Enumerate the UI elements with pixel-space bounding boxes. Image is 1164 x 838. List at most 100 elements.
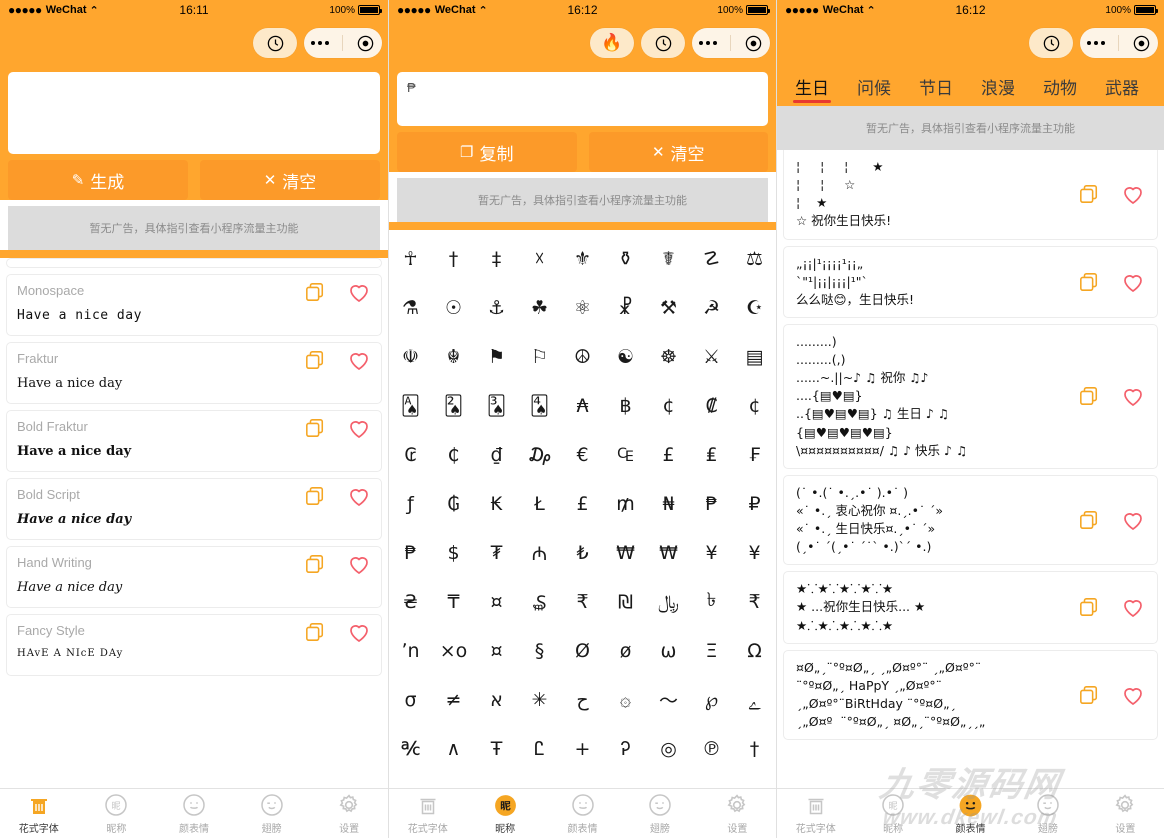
- symbol-cell[interactable]: ৳: [690, 577, 733, 626]
- symbol-cell[interactable]: ₪: [604, 577, 647, 626]
- more-icon[interactable]: [310, 41, 329, 45]
- symbol-cell[interactable]: ☘: [518, 283, 561, 332]
- symbol-cell[interactable]: ⚓: [475, 283, 518, 332]
- symbol-cell[interactable]: ☉: [432, 283, 475, 332]
- symbol-cell[interactable]: ₤: [690, 430, 733, 479]
- emoticon-card[interactable]: ¦ ¦ ¦ ★ ¦ ¦ ☆ ¦ ★ ☆ 祝你生日快乐!: [783, 150, 1158, 240]
- symbol-cell[interactable]: †: [432, 234, 475, 283]
- copy-icon[interactable]: [305, 485, 325, 507]
- copy-icon[interactable]: [305, 553, 325, 575]
- heart-icon[interactable]: [347, 281, 371, 303]
- symbol-cell[interactable]: ฿: [604, 381, 647, 430]
- symbol-cell[interactable]: Ŧ: [475, 724, 518, 773]
- symbol-cell[interactable]: ₥: [604, 479, 647, 528]
- tab-emoticon[interactable]: 颜表情: [155, 792, 233, 835]
- heart-icon[interactable]: [347, 553, 371, 575]
- symbol-cell[interactable]: ₱: [389, 528, 432, 577]
- symbol-cell[interactable]: ₭: [475, 479, 518, 528]
- symbol-cell[interactable]: ₠: [604, 430, 647, 479]
- symbol-cell[interactable]: ℗: [690, 724, 733, 773]
- more-icon[interactable]: [1086, 41, 1105, 45]
- font-card[interactable]: Monospace Have a nice day: [6, 274, 382, 336]
- tab-fancy-fonts[interactable]: 花式字体: [0, 792, 78, 835]
- target-icon[interactable]: [356, 34, 375, 53]
- symbol-cell[interactable]: ☬: [432, 332, 475, 381]
- tab-wings[interactable]: 翅膀: [233, 792, 311, 835]
- category-tab-1[interactable]: 问候: [843, 66, 905, 106]
- symbol-cell[interactable]: ☯: [604, 332, 647, 381]
- history-capsule-button[interactable]: [1029, 28, 1073, 58]
- symbol-cell[interactable]: ☸: [647, 332, 690, 381]
- tab-nickname[interactable]: 昵 昵称: [854, 792, 931, 835]
- symbol-cell[interactable]: 🂡: [389, 381, 432, 430]
- clear-button[interactable]: ✕ 清空: [588, 132, 768, 172]
- symbol-cell[interactable]: ¢: [647, 381, 690, 430]
- symbol-cell[interactable]: ₸: [432, 577, 475, 626]
- symbol-cell[interactable]: σ: [389, 675, 432, 724]
- symbol-cell[interactable]: ₴: [389, 577, 432, 626]
- emoticon-card[interactable]: „¡¡|¹¡¡¡¡¹¡¡„ `"¹|¡¡|¡¡¡|¹"` 么么哒😊，生日快乐!: [783, 245, 1158, 318]
- symbol-cell[interactable]: €: [561, 430, 604, 479]
- heart-icon[interactable]: [347, 621, 371, 643]
- symbol-cell[interactable]: ✳: [518, 675, 561, 724]
- symbol-cell[interactable]: ⚛: [561, 283, 604, 332]
- copy-icon[interactable]: [305, 621, 325, 643]
- symbol-cell[interactable]: ₡: [690, 381, 733, 430]
- tab-fancy-fonts[interactable]: 花式字体: [777, 792, 854, 835]
- symbol-cell[interactable]: ×о: [432, 626, 475, 675]
- category-tab-4[interactable]: 动物: [1029, 66, 1091, 106]
- symbol-cell[interactable]: ⚜: [561, 234, 604, 283]
- copy-icon[interactable]: [305, 417, 325, 439]
- symbol-cell[interactable]: ¤: [475, 577, 518, 626]
- symbol-cell[interactable]: 🂢: [432, 381, 475, 430]
- symbol-cell[interactable]: ☓: [518, 234, 561, 283]
- text-input[interactable]: ₱: [397, 72, 768, 126]
- symbol-cell[interactable]: ₺: [561, 528, 604, 577]
- text-input[interactable]: [8, 72, 380, 154]
- heart-icon[interactable]: [1121, 183, 1145, 205]
- symbol-cell[interactable]: ◎: [647, 724, 690, 773]
- symbol-cell[interactable]: ≠: [432, 675, 475, 724]
- symbol-cell[interactable]: ₹: [561, 577, 604, 626]
- symbol-cell[interactable]: ¤: [475, 626, 518, 675]
- symbol-cell[interactable]: ₯: [518, 430, 561, 479]
- wechat-menu-capsule[interactable]: [304, 28, 382, 58]
- symbol-cell[interactable]: §: [518, 626, 561, 675]
- symbol-cell[interactable]: ₵: [432, 430, 475, 479]
- tab-nickname[interactable]: 昵 昵称: [78, 792, 156, 835]
- symbol-cell[interactable]: ❊: [389, 773, 432, 789]
- tab-wings[interactable]: 翅膀: [1009, 792, 1086, 835]
- heart-icon[interactable]: [347, 485, 371, 507]
- tab-settings[interactable]: 设置: [1087, 792, 1164, 835]
- target-icon[interactable]: [1132, 34, 1151, 53]
- symbol-cell[interactable]: ₢: [389, 430, 432, 479]
- symbol-cell[interactable]: †: [733, 724, 776, 773]
- heart-icon[interactable]: [1121, 596, 1145, 618]
- copy-button[interactable]: ❐ 复制: [397, 132, 577, 172]
- symbol-cell[interactable]: ₳: [561, 381, 604, 430]
- emoticon-card-list[interactable]: ¦ ¦ ¦ ★ ¦ ¦ ☆ ¦ ★ ☆ 祝你生日快乐! „¡¡|¹¡¡¡¡¹¡¡„…: [777, 150, 1164, 788]
- symbol-cell[interactable]: ¢: [733, 381, 776, 430]
- symbol-cell[interactable]: ₫: [475, 430, 518, 479]
- symbol-cell[interactable]: ƒ: [389, 479, 432, 528]
- symbol-cell[interactable]: ₣: [733, 430, 776, 479]
- symbol-cell[interactable]: ⚖: [733, 234, 776, 283]
- symbol-cell[interactable]: ⚐: [518, 332, 561, 381]
- symbol-cell[interactable]: ⚔: [690, 332, 733, 381]
- heart-icon[interactable]: [1121, 385, 1145, 407]
- font-list[interactable]: Monospace Have a nice day Fraktur Have a…: [0, 258, 388, 788]
- symbol-cell[interactable]: ₷: [518, 577, 561, 626]
- category-tab-5[interactable]: 武器: [1091, 66, 1153, 106]
- symbol-cell[interactable]: ℘: [690, 675, 733, 724]
- category-tab-2[interactable]: 节日: [905, 66, 967, 106]
- symbol-cell[interactable]: ح: [561, 675, 604, 724]
- symbol-cell[interactable]: ☧: [604, 283, 647, 332]
- symbol-cell[interactable]: ʼn: [389, 626, 432, 675]
- symbol-cell[interactable]: ℔: [690, 773, 733, 789]
- target-icon[interactable]: [744, 34, 763, 53]
- symbol-cell[interactable]: ℀: [432, 773, 475, 789]
- symbol-cell[interactable]: ﷼: [647, 577, 690, 626]
- symbol-cell[interactable]: ℁: [475, 773, 518, 789]
- tab-emoticon[interactable]: 颜表情: [544, 792, 621, 835]
- symbol-cell[interactable]: ☪: [733, 283, 776, 332]
